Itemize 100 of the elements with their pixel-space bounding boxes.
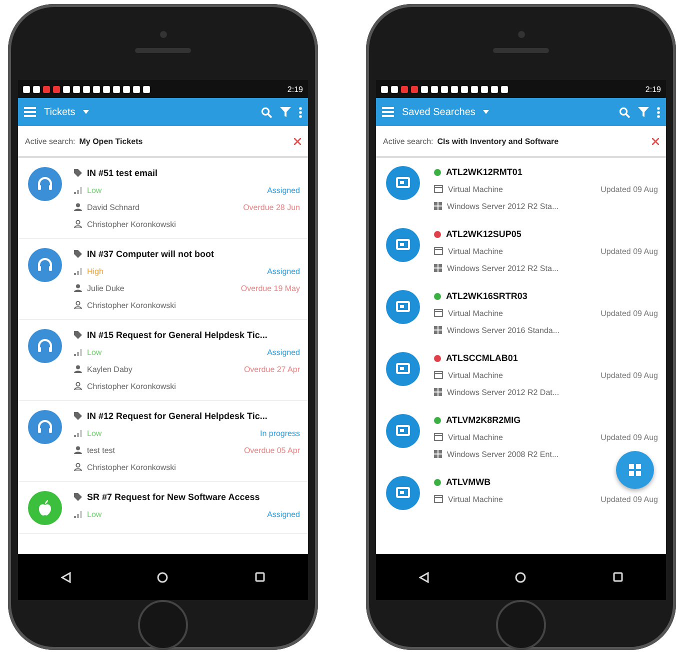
asset-type: Virtual Machine xyxy=(448,246,503,256)
camera-dot xyxy=(160,31,166,38)
person-icon xyxy=(74,203,82,211)
asset-row[interactable]: ATL2WK12SUP05 Virtual Machine Updated 09 Aug Windows Server 2012 R2 Sta... xyxy=(376,220,666,282)
monitor-icon xyxy=(396,425,410,437)
back-icon[interactable] xyxy=(419,572,430,582)
close-icon[interactable] xyxy=(294,138,301,144)
tag-icon xyxy=(74,493,82,501)
ticket-row[interactable]: IN #12 Request for General Helpdesk Tic... Low In progress test test Overdue 05 Apr Christopher Koronkowski xyxy=(18,401,308,482)
group-icon xyxy=(74,301,82,309)
person-icon xyxy=(74,365,82,373)
asset-type: Virtual Machine xyxy=(448,184,503,194)
status-time: 2:19 xyxy=(645,84,661,94)
priority-label: Low xyxy=(87,186,102,194)
ticket-row[interactable]: SR #7 Request for New Software Access Low Assigned xyxy=(18,482,308,534)
due-date: Overdue 05 Apr xyxy=(244,446,300,454)
home-button[interactable] xyxy=(138,600,188,650)
caret-icon[interactable] xyxy=(83,110,90,114)
ticket-row[interactable]: IN #51 test email Low Assigned David Schnard Overdue 28 Jun Christopher Koronkowski xyxy=(18,158,308,239)
menu-icon[interactable] xyxy=(382,107,394,117)
priority-label: High xyxy=(87,266,104,276)
active-search-name: CIs with Inventory and Software xyxy=(437,136,560,146)
active-search-label: Active search: xyxy=(383,136,434,146)
headset-icon xyxy=(37,339,53,353)
signal-icon xyxy=(74,348,82,356)
os-name: Windows Server 2012 R2 Sta... xyxy=(447,202,559,210)
os-name: Windows Server 2012 R2 Sta... xyxy=(447,264,559,272)
ticket-title: IN #12 Request for General Helpdesk Tic... xyxy=(87,411,268,421)
filter-icon[interactable] xyxy=(280,107,291,117)
priority-label: Low xyxy=(87,510,102,518)
recents-icon[interactable] xyxy=(254,572,265,582)
ticket-title: IN #51 test email xyxy=(87,168,158,178)
speaker-slot xyxy=(135,48,191,53)
ticket-title: IN #37 Computer will not boot xyxy=(87,249,214,259)
caret-icon[interactable] xyxy=(483,110,490,114)
tag-icon xyxy=(74,169,82,177)
headset-icon xyxy=(37,177,53,191)
signal-icon xyxy=(74,186,82,194)
tag-icon xyxy=(74,412,82,420)
windows-logo-icon xyxy=(434,264,442,272)
requester-name: David Schnard xyxy=(87,202,140,212)
asset-name: ATL2WK12RMT01 xyxy=(446,167,522,177)
close-icon[interactable] xyxy=(652,138,659,144)
filter-icon[interactable] xyxy=(638,107,649,117)
asset-row[interactable]: ATLVM2K8R2MIG Virtual Machine Updated 09 Aug Windows Server 2008 R2 Ent... xyxy=(376,406,666,468)
priority-label: Low xyxy=(87,348,102,356)
search-icon[interactable] xyxy=(261,106,272,118)
windows-logo-icon xyxy=(434,326,442,334)
ticket-row[interactable]: IN #37 Computer will not boot High Assigned Julie Duke Overdue 19 May Christopher Koronkowski xyxy=(18,239,308,320)
window-icon xyxy=(434,371,443,379)
due-date: Overdue 28 Jun xyxy=(243,202,300,212)
asset-row[interactable]: ATL2WK16SRTR03 Virtual Machine Updated 09 Aug Windows Server 2016 Standa... xyxy=(376,282,666,344)
ticket-title: SR #7 Request for New Software Access xyxy=(87,492,260,502)
floating-action-button[interactable] xyxy=(616,451,654,489)
updated-date: Updated 09 Aug xyxy=(600,370,658,380)
home-button[interactable] xyxy=(496,600,546,650)
requester-name: test test xyxy=(87,446,116,454)
speaker-slot xyxy=(493,48,549,53)
more-icon[interactable] xyxy=(299,106,302,118)
due-date: Overdue 19 May xyxy=(240,284,300,292)
asset-name: ATL2WK12SUP05 xyxy=(446,229,522,239)
os-name: Windows Server 2012 R2 Dat... xyxy=(447,388,560,396)
status-time: 2:19 xyxy=(287,84,303,94)
window-icon xyxy=(434,495,443,503)
apple-icon xyxy=(38,500,52,516)
due-date: Overdue 27 Apr xyxy=(244,364,300,374)
home-icon[interactable] xyxy=(157,572,168,582)
os-name: Windows Server 2008 R2 Ent... xyxy=(447,450,559,458)
asset-row[interactable]: ATLVMWB Virtual Machine Updated 09 Aug xyxy=(376,468,666,518)
recents-icon[interactable] xyxy=(612,572,623,582)
asset-row[interactable]: ATL2WK12RMT01 Virtual Machine Updated 09 Aug Windows Server 2012 R2 Sta... xyxy=(376,158,666,220)
windows-logo-icon xyxy=(434,388,442,396)
window-icon xyxy=(434,247,443,255)
person-icon xyxy=(74,284,82,292)
grid-icon[interactable] xyxy=(629,464,641,476)
home-icon[interactable] xyxy=(515,572,526,582)
ticket-row[interactable]: IN #15 Request for General Helpdesk Tic... Low Assigned Kaylen Daby Overdue 27 Apr Christopher Koronkowski xyxy=(18,320,308,401)
signal-icon xyxy=(74,510,82,518)
search-icon[interactable] xyxy=(619,106,630,118)
group-icon xyxy=(74,463,82,471)
asset-name: ATL2WK16SRTR03 xyxy=(446,291,528,301)
windows-logo-icon xyxy=(434,450,442,458)
signal-icon xyxy=(74,429,82,437)
menu-icon[interactable] xyxy=(24,107,36,117)
asset-type: Virtual Machine xyxy=(448,432,503,442)
active-search-label: Active search: xyxy=(25,136,76,146)
asset-type: Virtual Machine xyxy=(448,308,503,318)
ticket-title: IN #15 Request for General Helpdesk Tic... xyxy=(87,330,268,340)
updated-date: Updated 09 Aug xyxy=(600,494,658,504)
asset-row[interactable]: ATLSCCMLAB01 Virtual Machine Updated 09 Aug Windows Server 2012 R2 Dat... xyxy=(376,344,666,406)
window-icon xyxy=(434,309,443,317)
monitor-icon xyxy=(396,177,410,189)
back-icon[interactable] xyxy=(61,572,72,582)
group-icon xyxy=(74,382,82,390)
window-icon xyxy=(434,433,443,441)
headset-icon xyxy=(37,258,53,272)
more-icon[interactable] xyxy=(657,106,660,118)
assignee-name: Christopher Koronkowski xyxy=(87,382,176,390)
asset-name: ATLVM2K8R2MIG xyxy=(446,415,521,425)
monitor-icon xyxy=(396,487,410,499)
